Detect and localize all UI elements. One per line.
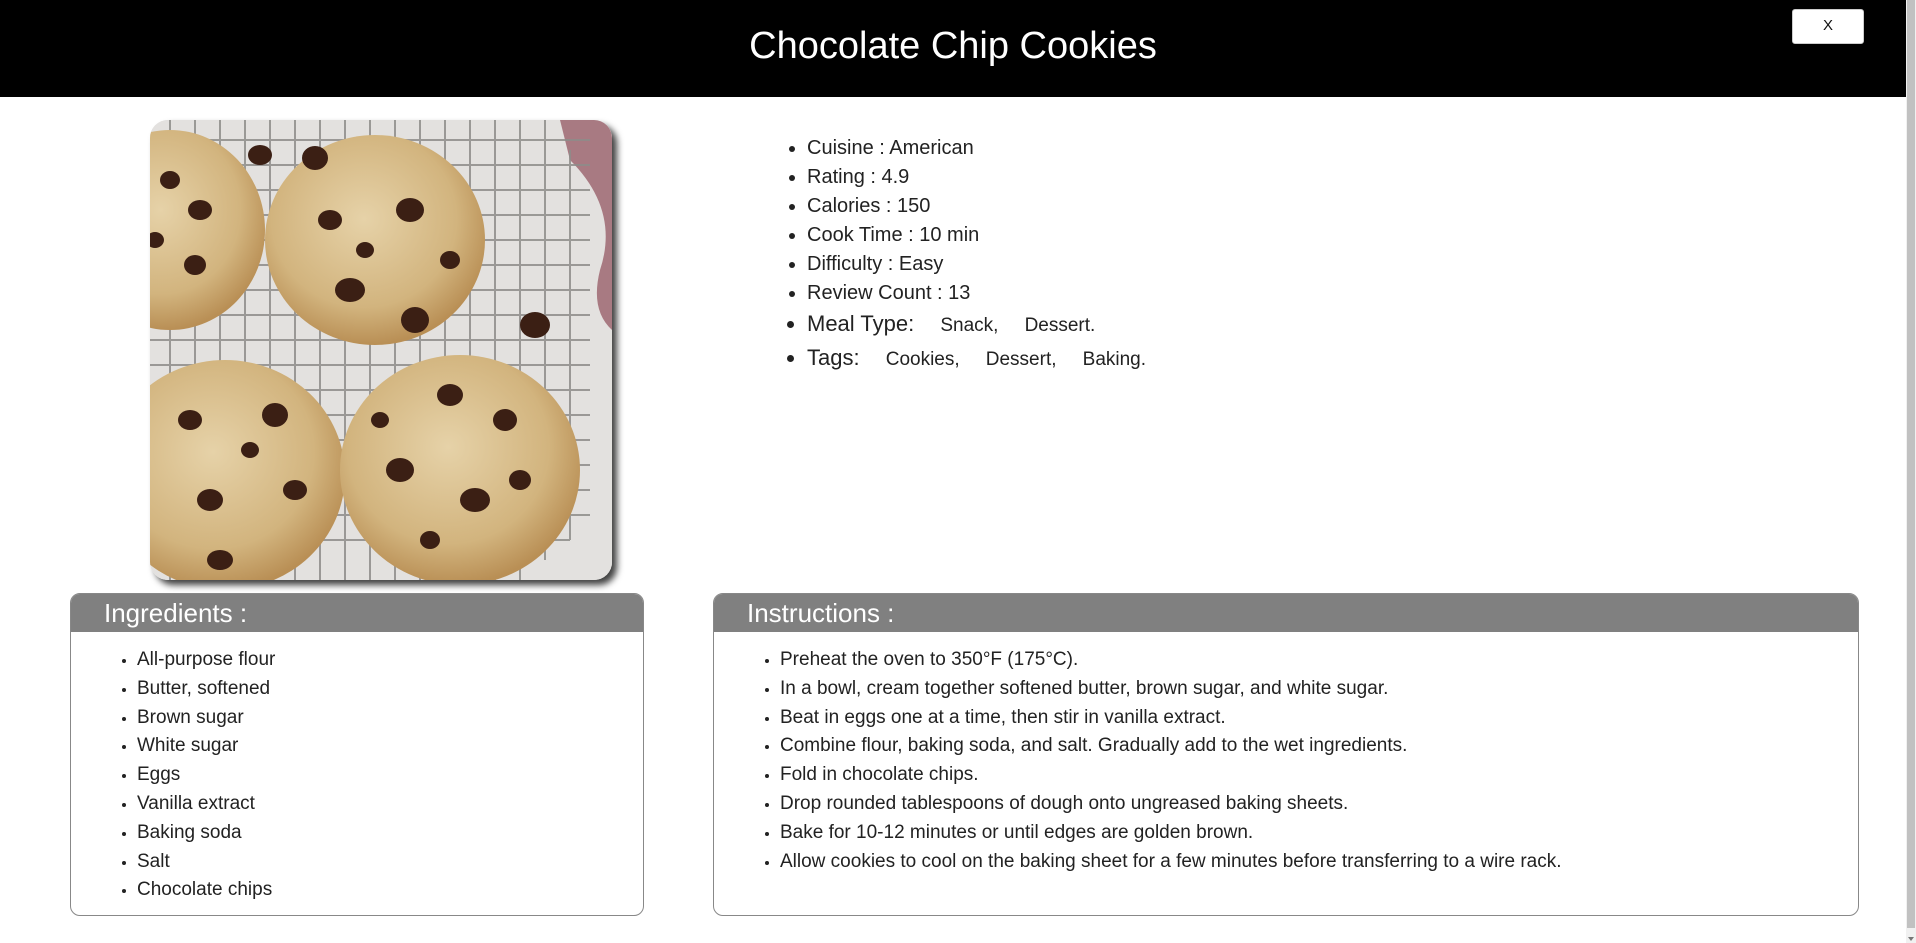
detail-cuisine: Cuisine : American (807, 134, 1146, 163)
scroll-down-arrow-icon[interactable] (1908, 937, 1914, 941)
detail-calories: Calories : 150 (807, 192, 1146, 221)
instruction-step: Combine flour, baking soda, and salt. Gr… (780, 732, 1858, 761)
close-button[interactable]: X (1792, 9, 1864, 44)
ingredient-item: Chocolate chips (137, 876, 643, 905)
instruction-step: Drop rounded tablespoons of dough onto u… (780, 790, 1858, 819)
tag: Cookies, (885, 349, 960, 370)
instructions-heading: Instructions : (714, 594, 1858, 632)
ingredient-item: Baking soda (137, 819, 643, 848)
detail-tags: Tags: Cookies, Dessert, Baking. (807, 342, 1146, 376)
meal-type-tag: Snack, (940, 315, 999, 336)
ingredient-item: Salt (137, 848, 643, 877)
detail-cook-time: Cook Time : 10 min (807, 221, 1146, 250)
meal-type-label: Meal Type: (807, 311, 915, 336)
instructions-panel: Instructions : Preheat the oven to 350°F… (713, 593, 1859, 916)
detail-meal-type: Meal Type: Snack, Dessert. (807, 308, 1146, 342)
detail-difficulty: Difficulty : Easy (807, 250, 1146, 279)
detail-rating: Rating : 4.9 (807, 163, 1146, 192)
tags-label: Tags: (807, 345, 860, 370)
meal-type-tag: Dessert. (1024, 315, 1096, 336)
recipe-details-list: Cuisine : American Rating : 4.9 Calories… (780, 134, 1146, 376)
cookies-photo (150, 120, 612, 580)
vertical-scrollbar[interactable] (1906, 0, 1916, 943)
ingredients-panel: Ingredients : All-purpose flour Butter, … (70, 593, 644, 916)
ingredient-item: White sugar (137, 732, 643, 761)
instruction-step: Bake for 10-12 minutes or until edges ar… (780, 819, 1858, 848)
instruction-step: Preheat the oven to 350°F (175°C). (780, 646, 1858, 675)
ingredient-item: Brown sugar (137, 704, 643, 733)
ingredient-item: Butter, softened (137, 675, 643, 704)
tag: Dessert, (985, 349, 1057, 370)
scrollbar-thumb[interactable] (1907, 0, 1915, 928)
ingredients-heading: Ingredients : (71, 594, 643, 632)
ingredient-item: All-purpose flour (137, 646, 643, 675)
page-header: Chocolate Chip Cookies X (0, 0, 1906, 97)
tag: Baking. (1082, 349, 1147, 370)
page-title: Chocolate Chip Cookies (749, 25, 1157, 67)
recipe-image (150, 120, 612, 580)
instruction-step: In a bowl, cream together softened butte… (780, 675, 1858, 704)
ingredients-list: All-purpose flour Butter, softened Brown… (71, 646, 643, 905)
instruction-step: Fold in chocolate chips. (780, 761, 1858, 790)
instruction-step: Beat in eggs one at a time, then stir in… (780, 704, 1858, 733)
instruction-step: Allow cookies to cool on the baking shee… (780, 848, 1858, 877)
ingredient-item: Eggs (137, 761, 643, 790)
detail-review-count: Review Count : 13 (807, 279, 1146, 308)
instructions-list: Preheat the oven to 350°F (175°C). In a … (714, 646, 1858, 876)
ingredient-item: Vanilla extract (137, 790, 643, 819)
